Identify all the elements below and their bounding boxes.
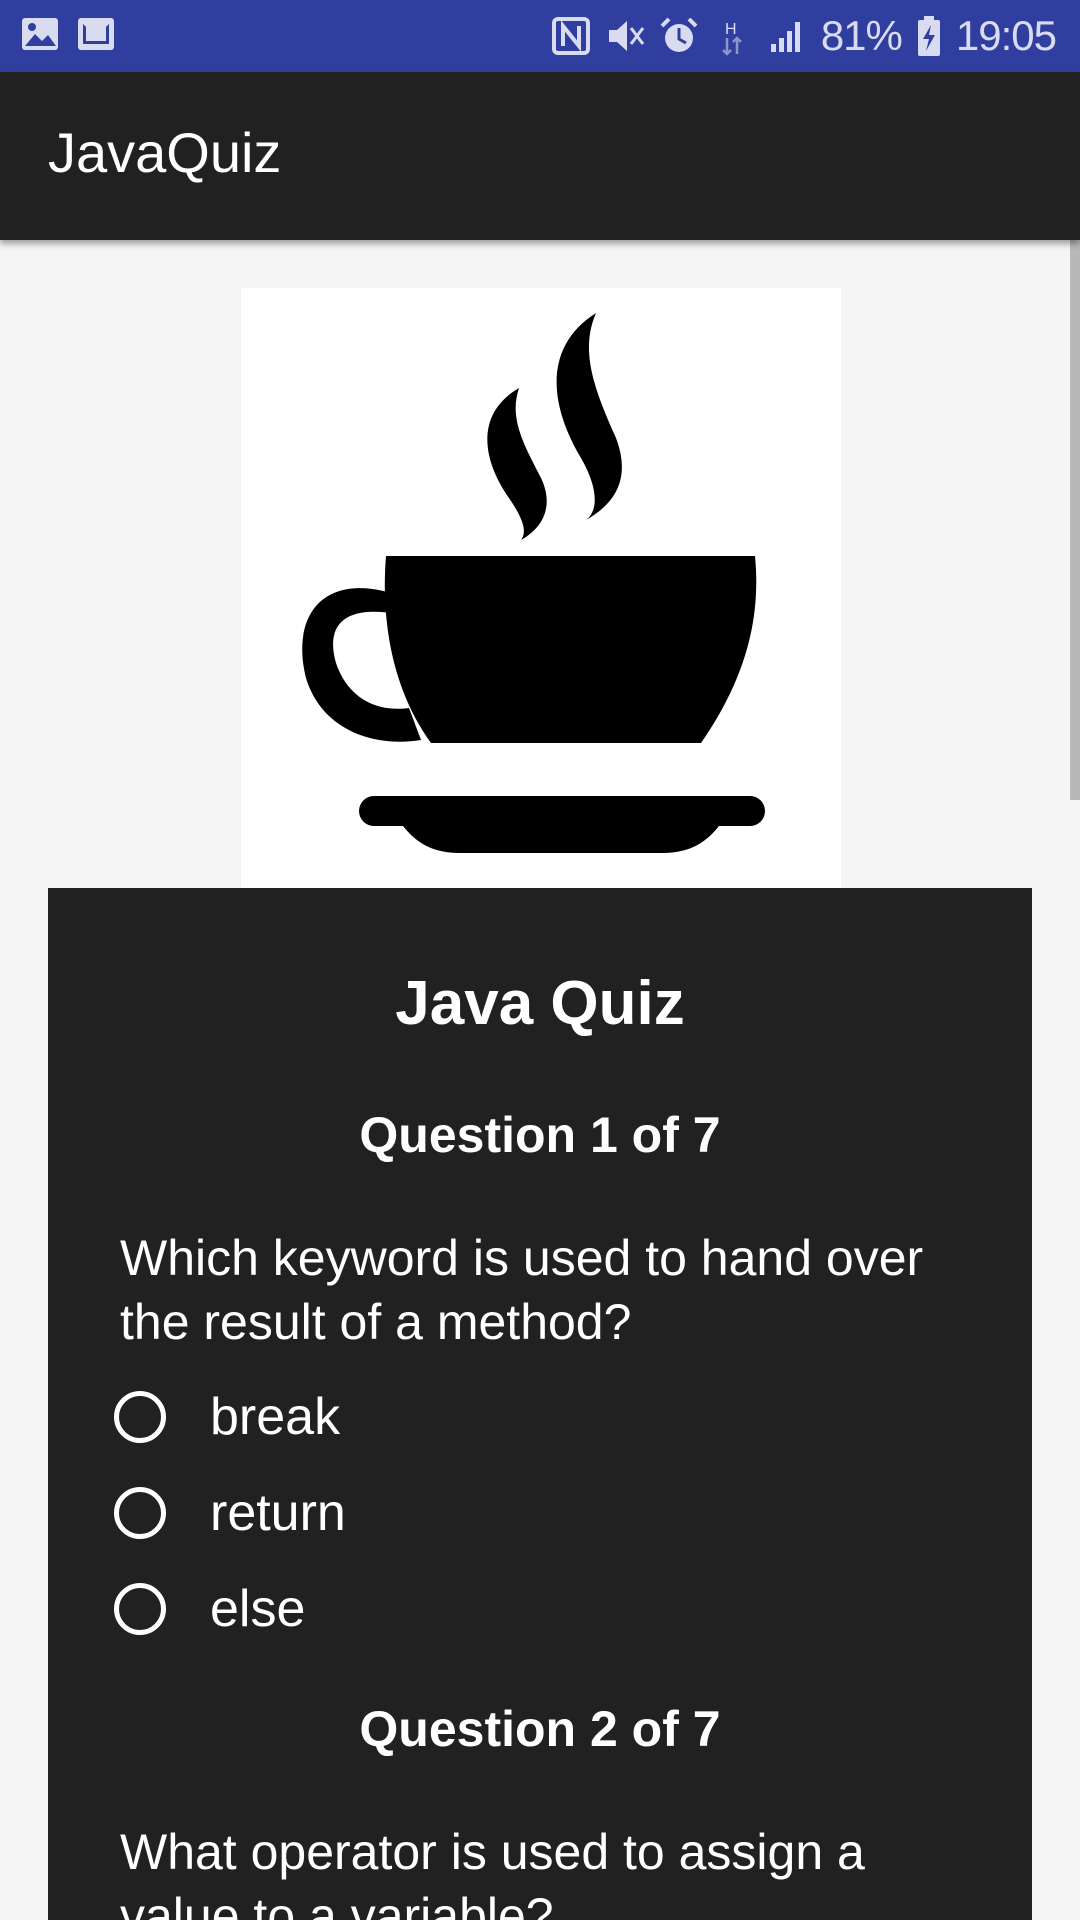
option-label: return (210, 1484, 346, 1542)
question-1-option-3[interactable]: else (114, 1577, 305, 1641)
app-bar: JavaQuiz (0, 72, 1080, 240)
alarm-icon (660, 17, 698, 52)
quiz-title: Java Quiz (395, 969, 685, 1038)
clock: 19:05 (955, 12, 1057, 59)
nfc-icon (551, 17, 590, 55)
status-bar: H 81% 19:05 (0, 0, 1080, 72)
radio-button[interactable] (114, 1583, 166, 1635)
question-1-option-1[interactable]: break (114, 1385, 340, 1449)
option-label: else (210, 1580, 306, 1638)
quiz-card: Java Quiz Question 1 of 7 Which keyword … (48, 888, 1032, 1920)
svg-text:H: H (725, 21, 737, 38)
app-title: JavaQuiz (48, 121, 282, 184)
hspa-icon: H (721, 21, 742, 56)
radio-button[interactable] (114, 1391, 166, 1443)
option-label: break (210, 1388, 341, 1446)
question-1-text: Which keyword is used to hand over the r… (120, 1230, 924, 1350)
notification-icons (20, 14, 116, 54)
battery-percent: 81% (820, 12, 903, 59)
question-1-option-2[interactable]: return (114, 1481, 346, 1545)
battery-charging-icon (917, 16, 940, 56)
coffee-cup-icon (302, 313, 765, 853)
mute-icon (608, 21, 645, 51)
system-icons: H 81% 19:05 (551, 0, 1057, 72)
question-2-number: Question 2 of 7 (359, 1701, 721, 1757)
quiz-scroll-view[interactable]: Java Quiz Question 1 of 7 Which keyword … (0, 240, 1080, 1920)
scrollbar[interactable] (1070, 240, 1080, 800)
radio-button[interactable] (114, 1487, 166, 1539)
question-2-text: What operator is used to assign a value … (120, 1824, 865, 1920)
mail-icon (78, 18, 114, 50)
question-1-number: Question 1 of 7 (359, 1107, 721, 1163)
gallery-icon (22, 18, 58, 50)
java-logo-image (241, 288, 841, 888)
signal-icon (770, 22, 800, 52)
